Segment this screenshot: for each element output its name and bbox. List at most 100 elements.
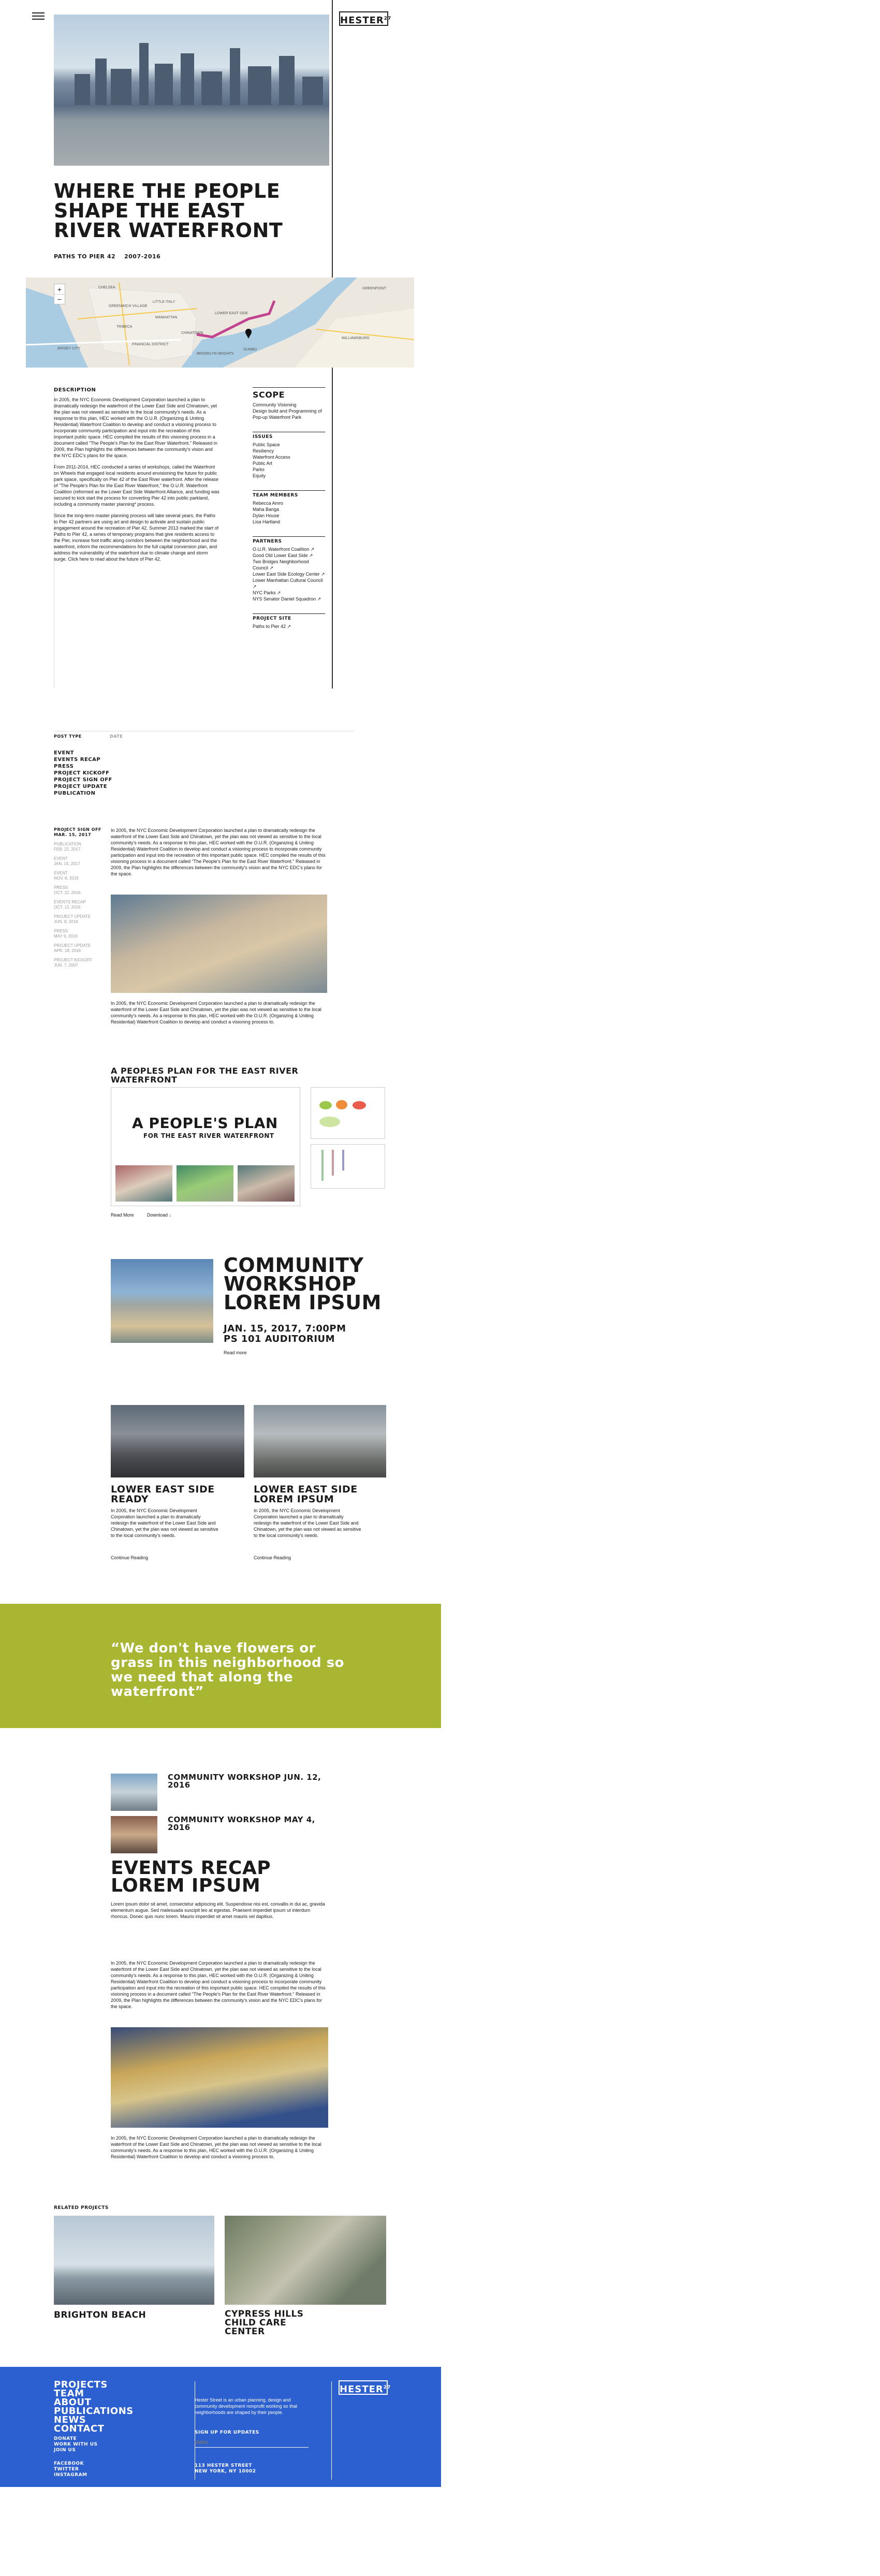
team-member[interactable]: Dylan House (253, 513, 325, 519)
timeline-date: MAR. 15, 2017 (54, 832, 92, 837)
issue-item[interactable]: Public Space (253, 442, 325, 448)
site-footer: PROJECTS TEAM ABOUT PUBLICATIONS NEWS CO… (0, 2367, 441, 2487)
related-image[interactable] (225, 2216, 386, 2305)
twitter-link[interactable]: TWITTER (54, 2467, 87, 2472)
continue-reading-link[interactable]: Continue Reading (111, 1555, 148, 1560)
map-zoom-in-button[interactable]: + (54, 284, 65, 295)
issue-item[interactable]: Public Art (253, 460, 325, 466)
map-label: CHINATOWN (181, 331, 203, 335)
publication-page-thumb[interactable] (311, 1087, 385, 1139)
footer-logo[interactable]: HESTER27 (339, 2380, 391, 2395)
press-image[interactable] (254, 1405, 386, 1477)
description-paragraph: Since the long-term master planning proc… (54, 513, 219, 562)
address-line: 113 HESTER STREET (195, 2463, 252, 2468)
map-label: CHELSEA (98, 286, 115, 289)
partner-link[interactable]: NYS Senator Daniel Squadron ↗ (253, 596, 325, 602)
filter-option[interactable]: PROJECT KICKOFF (54, 770, 112, 777)
publication-download-link[interactable]: Download ↓ (147, 1212, 171, 1218)
filter-option[interactable]: PUBLICATION (54, 790, 112, 797)
project-site-link[interactable]: Paths to Pier 42 ↗ (253, 623, 325, 630)
issue-item[interactable]: Equity (253, 473, 325, 479)
timeline-entry[interactable]: EVENTS RECAP OCT. 12, 2016 (54, 900, 106, 910)
partner-link[interactable]: Good Old Lower East Side ↗ (253, 552, 325, 559)
timeline-entry[interactable]: EVENT JAN. 15, 2017 (54, 856, 106, 867)
instagram-link[interactable]: INSTAGRAM (54, 2472, 87, 2478)
post-type-filter-label[interactable]: POST TYPE (54, 734, 82, 739)
footer-divider (331, 2381, 332, 2480)
related-image[interactable] (54, 2216, 214, 2305)
issue-item[interactable]: Parks (253, 466, 325, 473)
publication-read-more-link[interactable]: Read More (111, 1212, 134, 1218)
timeline-entry[interactable]: PROJECT UPDATE APR. 18, 2016 (54, 943, 106, 954)
publication-cover[interactable]: A PEOPLE'S PLAN FOR THE EAST RIVER WATER… (111, 1087, 300, 1206)
timeline-entry[interactable]: PROJECT KICKOFF JUN. 7, 2007 (54, 958, 106, 968)
timeline-entry[interactable]: PROJECT UPDATE JUN. 8, 2016 (54, 914, 106, 925)
team-member[interactable]: Maha Bariga (253, 506, 325, 513)
recap-title[interactable]: COMMUNITY WORKSHOP MAY 4, 2016 (168, 1816, 323, 1832)
filter-option[interactable]: PROJECT UPDATE (54, 783, 112, 790)
footer-secondary-link[interactable]: WORK WITH US (54, 2442, 98, 2448)
footer-secondary-link[interactable]: JOIN US (54, 2448, 98, 2453)
site-logo[interactable]: HESTER27 (339, 11, 391, 26)
related-title[interactable]: BRIGHTON BEACH (54, 2310, 146, 2320)
recap-title[interactable]: COMMUNITY WORKSHOP JUN. 12, 2016 (168, 1774, 323, 1789)
filter-option[interactable]: EVENTS RECAP (54, 756, 112, 763)
partner-link[interactable]: Lower Manhattan Cultural Council ↗ (253, 577, 325, 590)
issue-item[interactable]: Resiliency (253, 448, 325, 454)
post-type-list: EVENT EVENTS RECAP PRESS PROJECT KICKOFF… (54, 750, 112, 797)
map-label: BROOKLYN HEIGHTS (197, 352, 234, 356)
scope-item: Community Visioning (253, 402, 297, 407)
press-image[interactable] (111, 1405, 244, 1477)
timeline-entry[interactable]: PUBLICATION FEB. 22, 2017 (54, 842, 106, 852)
map-zoom-controls: + − (54, 284, 65, 304)
timeline-type: PRESS (54, 885, 68, 890)
project-subtitle: PATHS TO PIER 42 (54, 253, 116, 260)
timeline-date: JAN. 15, 2017 (54, 861, 80, 866)
continue-reading-link[interactable]: Continue Reading (254, 1555, 291, 1560)
quote-band: “We don't have flowers or grass in this … (0, 1604, 441, 1728)
hero-image (54, 14, 329, 166)
publication-page-thumb[interactable] (311, 1144, 385, 1189)
timeline-type: PROJECT SIGN OFF (54, 827, 101, 832)
footer-logo-sup: 27 (383, 2385, 391, 2390)
project-years: 2007-2016 (124, 253, 161, 260)
filter-option[interactable]: EVENT (54, 750, 112, 756)
facebook-link[interactable]: FACEBOOK (54, 2461, 87, 2467)
event-image (111, 1259, 213, 1343)
pull-quote: “We don't have flowers or grass in this … (111, 1641, 345, 1700)
footer-nav: PROJECTS TEAM ABOUT PUBLICATIONS NEWS CO… (54, 2380, 134, 2434)
timeline-type: PROJECT KICKOFF (54, 958, 93, 962)
event-read-more-link[interactable]: Read more (224, 1350, 247, 1355)
timeline-entry[interactable]: PRESS OCT. 22, 2016 (54, 885, 106, 896)
partner-link[interactable]: Two Bridges Neighborhood Council ↗ (253, 559, 325, 571)
press-excerpt: In 2005, the NYC Economic Development Co… (111, 1508, 218, 1538)
partner-link[interactable]: Lower East Side Ecology Center ↗ (253, 571, 325, 577)
partner-link[interactable]: NYC Parks ↗ (253, 590, 325, 596)
recap-thumbnail[interactable] (111, 1816, 157, 1853)
email-input[interactable] (195, 2437, 309, 2448)
timeline-entry[interactable]: EVENT NOV. 8, 2016 (54, 871, 106, 881)
date-filter-label[interactable]: DATE (110, 734, 123, 739)
footer-secondary-link[interactable]: DONATE (54, 2436, 98, 2442)
timeline-date: MAY 9, 2016 (54, 934, 78, 939)
press-title[interactable]: LOWER EAST SIDE READY (111, 1485, 240, 1504)
issue-item[interactable]: Waterfront Access (253, 454, 325, 460)
partner-link[interactable]: O.U.R. Waterfront Coalition ↗ (253, 546, 325, 552)
team-member[interactable]: Rebecca Amro (253, 500, 325, 506)
events-recap-text: In 2005, the NYC Economic Development Co… (111, 2135, 321, 2159)
press-title[interactable]: LOWER EAST SIDE LOREM IPSUM (254, 1485, 383, 1504)
footer-nav-link[interactable]: CONTACT (54, 2424, 134, 2434)
menu-icon[interactable] (32, 12, 45, 20)
timeline-entry[interactable]: PRESS MAY 9, 2016 (54, 929, 106, 939)
map-zoom-out-button[interactable]: − (54, 295, 65, 304)
post-text: In 2005, the NYC Economic Development Co… (111, 1001, 321, 1024)
project-map[interactable]: + − CHELSEA GREENWICH VILLAGE LITTLE ITA… (26, 277, 414, 368)
filter-option[interactable]: PRESS (54, 763, 112, 770)
related-title[interactable]: CYPRESS HILLS CHILD CARE CENTER (225, 2310, 328, 2336)
recap-thumbnail[interactable] (111, 1774, 157, 1811)
filter-option[interactable]: PROJECT SIGN OFF (54, 777, 112, 783)
timeline-entry[interactable]: PROJECT SIGN OFF MAR. 15, 2017 (54, 827, 106, 838)
cover-subtitle: FOR THE EAST RIVER WATERFRONT (143, 1132, 274, 1139)
team-member[interactable]: Lisa Hartland (253, 519, 325, 525)
scope-heading: SCOPE (253, 387, 325, 400)
